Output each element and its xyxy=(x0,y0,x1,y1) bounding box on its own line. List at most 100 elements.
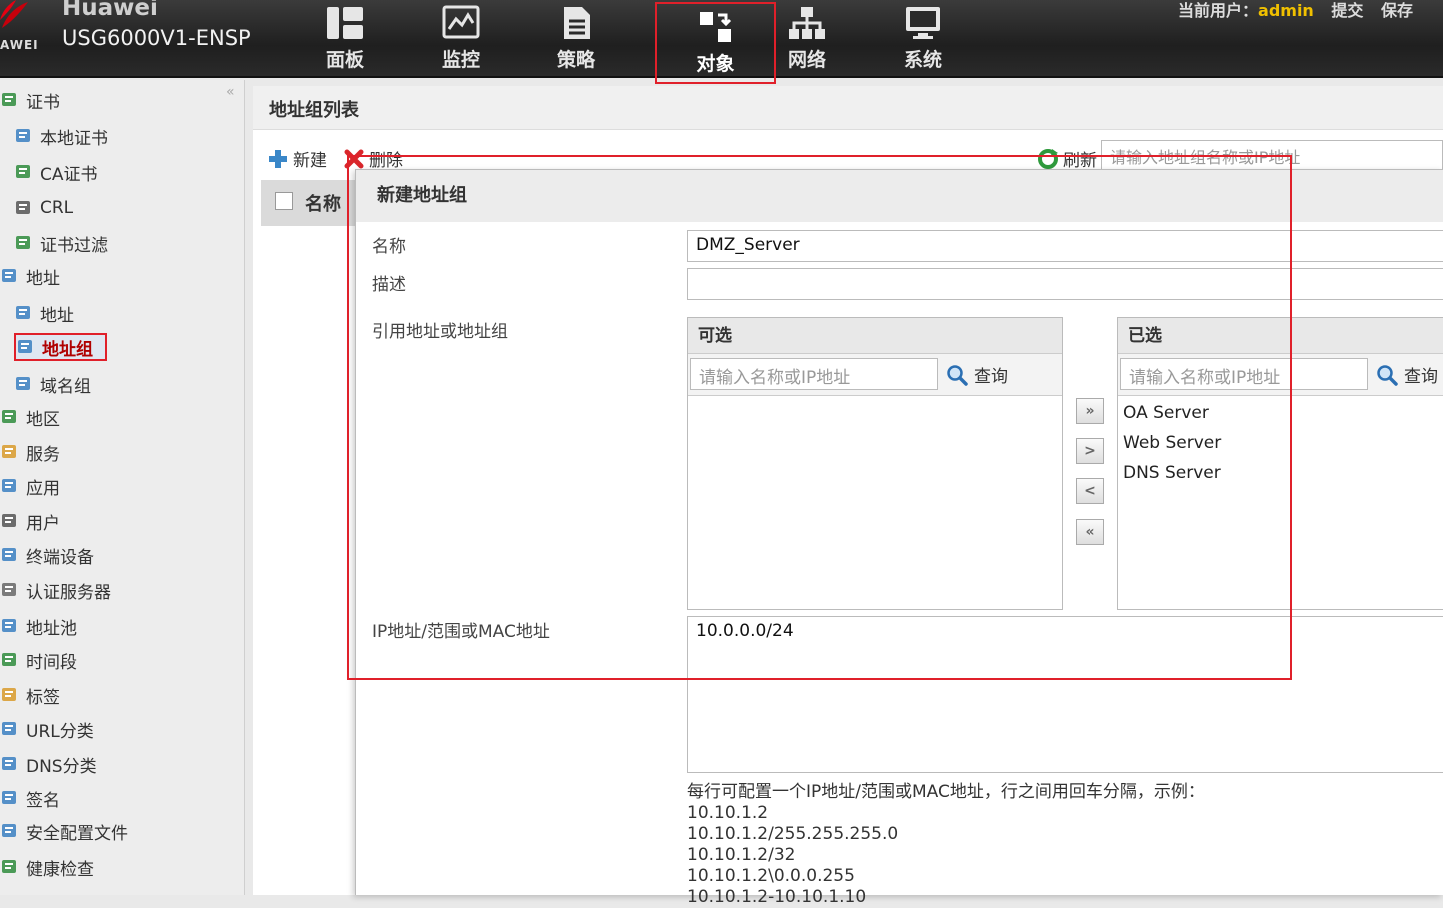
refresh-button[interactable]: 刷新 xyxy=(1037,146,1097,171)
sidebar-item-label: 认证服务器 xyxy=(26,582,111,603)
delete-button-label: 删除 xyxy=(369,151,403,171)
sidebar-item-label: 终端设备 xyxy=(26,547,94,568)
list-item[interactable]: OA Server xyxy=(1118,398,1443,428)
user-bar: 当前用户：admin 提交 保存 xyxy=(1178,0,1413,21)
sidebar-item-label: URL分类 xyxy=(26,721,94,742)
sidebar-item-22[interactable]: 安全配置文件 xyxy=(0,817,128,845)
sidebar-item-21[interactable]: 签名 xyxy=(0,784,60,812)
selected-panel-title: 已选 xyxy=(1118,318,1443,354)
auth-server-icon xyxy=(2,583,16,596)
sidebar-item-label: 安全配置文件 xyxy=(26,823,128,844)
sidebar-item-23[interactable]: 健康检查 xyxy=(0,853,94,881)
available-search-input[interactable]: 请输入名称或IP地址 xyxy=(690,358,938,390)
sidebar-item-label: 时间段 xyxy=(26,652,77,673)
sidebar-item-6[interactable]: 地址 xyxy=(0,262,60,290)
sidebar-item-label: 地址组 xyxy=(42,339,93,360)
sidebar-item-4[interactable]: CRL xyxy=(14,194,73,222)
cert-filter-icon xyxy=(16,236,30,249)
sidebar-item-7[interactable]: 地址 xyxy=(14,299,74,327)
sidebar-item-8[interactable]: 地址组 xyxy=(14,333,107,361)
move-all-right-button[interactable]: » xyxy=(1076,398,1104,424)
application-icon xyxy=(2,479,16,492)
sidebar-item-16[interactable]: 地址池 xyxy=(0,612,77,640)
region-icon xyxy=(2,410,16,423)
ip-format-hint: 每行可配置一个IP地址/范围或MAC地址，行之间用回车分隔，示例： 10.10.… xyxy=(687,782,1205,908)
selected-query-button[interactable]: 查询 xyxy=(1376,362,1438,387)
sidebar-item-2[interactable]: 本地证书 xyxy=(14,122,108,150)
move-all-left-button[interactable]: « xyxy=(1076,519,1104,545)
search-icon xyxy=(947,364,968,386)
sidebar-item-3[interactable]: CA证书 xyxy=(14,158,98,186)
nav-label: 网络 xyxy=(787,49,826,71)
domain-group-icon xyxy=(16,377,30,390)
selected-search-input[interactable]: 请输入名称或IP地址 xyxy=(1120,358,1368,390)
sidebar-item-label: 标签 xyxy=(26,687,60,708)
nav-monitor[interactable]: 监控 xyxy=(411,0,511,78)
sidebar-item-9[interactable]: 域名组 xyxy=(14,370,91,398)
address-group-icon xyxy=(18,340,32,353)
page-title: 地址组列表 xyxy=(253,86,1443,130)
service-icon xyxy=(2,445,16,458)
selected-list: OA Server Web Server DNS Server xyxy=(1118,396,1443,488)
sidebar-item-10[interactable]: 地区 xyxy=(0,403,60,431)
monitor-icon xyxy=(442,5,480,39)
save-button[interactable]: 保存 xyxy=(1381,1,1413,20)
certificate-icon xyxy=(2,93,16,106)
delete-button[interactable]: 删除 xyxy=(343,146,403,171)
nav-dashboard[interactable]: 面板 xyxy=(295,0,395,78)
system-icon xyxy=(906,7,940,39)
health-check-icon xyxy=(2,860,16,873)
ip-mac-textarea[interactable]: 10.0.0.0/24 xyxy=(687,616,1443,773)
sidebar-item-12[interactable]: 应用 xyxy=(0,472,60,500)
sidebar-item-13[interactable]: 用户 xyxy=(0,507,60,535)
select-all-checkbox[interactable] xyxy=(275,192,293,210)
nav-label: 系统 xyxy=(903,49,942,71)
list-item[interactable]: DNS Server xyxy=(1118,458,1443,488)
list-item[interactable]: Web Server xyxy=(1118,428,1443,458)
available-panel: 可选 请输入名称或IP地址 查询 xyxy=(687,317,1063,610)
time-range-icon xyxy=(2,653,16,666)
refresh-button-label: 刷新 xyxy=(1063,151,1097,171)
address-icon xyxy=(16,306,30,319)
hint-line: 10.10.1.2-10.10.1.10 xyxy=(687,887,867,907)
nav-policy[interactable]: 策略 xyxy=(526,0,626,78)
sidebar-item-14[interactable]: 终端设备 xyxy=(0,541,94,569)
name-input[interactable]: DMZ_Server xyxy=(687,230,1443,262)
sidebar-item-19[interactable]: URL分类 xyxy=(0,715,94,743)
sidebar-item-label: CA证书 xyxy=(40,164,98,185)
available-query-button[interactable]: 查询 xyxy=(946,362,1008,387)
hint-line: 10.10.1.2/32 xyxy=(687,845,796,865)
new-button[interactable]: 新建 xyxy=(267,146,327,171)
address-group-search-input[interactable]: 请输入地址组名称或IP地址 xyxy=(1101,140,1443,170)
submit-button[interactable]: 提交 xyxy=(1331,1,1363,20)
sidebar-item-label: 地址 xyxy=(26,268,60,289)
sidebar-collapse-icon[interactable]: « xyxy=(226,84,235,100)
address-icon xyxy=(2,269,16,282)
hint-line: 10.10.1.2 xyxy=(687,803,769,823)
sidebar-item-5[interactable]: 证书过滤 xyxy=(14,229,108,257)
sidebar-item-label: 用户 xyxy=(26,513,60,534)
sidebar-item-20[interactable]: DNS分类 xyxy=(0,750,97,778)
new-address-group-dialog: 新建地址组 名称 DMZ_Server 描述 引用地址或地址组 可选 请输入名称… xyxy=(355,169,1443,907)
sidebar-item-1[interactable]: 证书 xyxy=(0,86,60,114)
sidebar-item-label: 证书 xyxy=(26,92,60,113)
sidebar-item-18[interactable]: 标签 xyxy=(0,681,60,709)
selected-search-bar: 请输入名称或IP地址 查询 xyxy=(1118,354,1443,396)
sidebar-item-11[interactable]: 服务 xyxy=(0,438,60,466)
address-pool-icon xyxy=(2,619,16,632)
move-left-button[interactable]: < xyxy=(1076,478,1104,504)
signature-icon xyxy=(2,791,16,804)
nav-system[interactable]: 系统 xyxy=(873,0,973,78)
available-search-bar: 请输入名称或IP地址 查询 xyxy=(688,354,1062,396)
sidebar-item-17[interactable]: 时间段 xyxy=(0,646,77,674)
sidebar-item-label: 签名 xyxy=(26,790,60,811)
sidebar-item-15[interactable]: 认证服务器 xyxy=(0,576,111,604)
sidebar-item-label: 应用 xyxy=(26,478,60,499)
move-right-button[interactable]: > xyxy=(1076,438,1104,464)
description-input[interactable] xyxy=(687,268,1443,300)
nav-network[interactable]: 网络 xyxy=(757,0,857,78)
huawei-logo-icon xyxy=(0,0,28,28)
reference-label: 引用地址或地址组 xyxy=(372,322,508,342)
hint-line: 10.10.1.2\0.0.0.255 xyxy=(687,866,855,886)
url-category-icon xyxy=(2,722,16,735)
